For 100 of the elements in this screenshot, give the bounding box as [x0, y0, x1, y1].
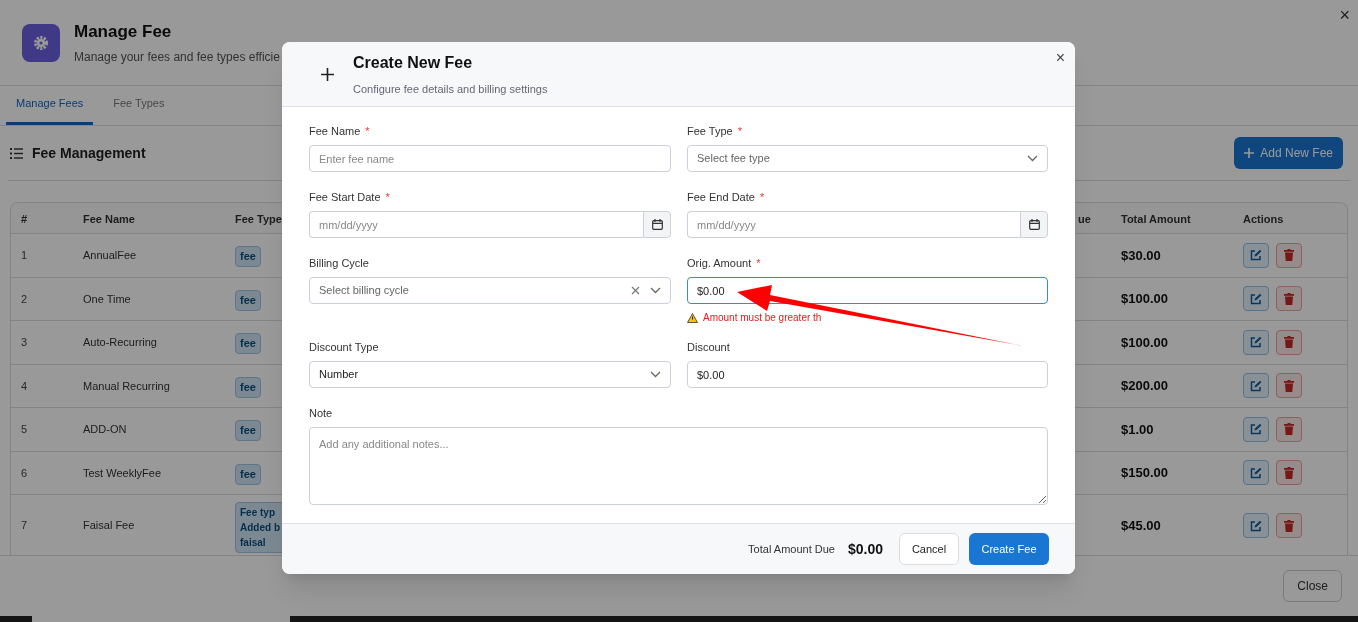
table-cell-text: AnnualFee: [83, 248, 138, 263]
table-cell-text: ADD-ON: [83, 422, 128, 437]
select-field[interactable]: Select billing cycle: [309, 277, 671, 304]
page-title: Manage Fee: [74, 20, 173, 43]
chevron-down-icon: [1027, 155, 1038, 162]
edit-icon: [1250, 292, 1262, 305]
required-asterisk: *: [756, 255, 761, 271]
cancel-button[interactable]: Cancel: [899, 533, 959, 565]
close-button[interactable]: ×: [1055, 50, 1065, 66]
field-label: Fee End Date: [687, 189, 755, 205]
field-label: Fee Name: [309, 123, 361, 139]
calendar-button[interactable]: [643, 211, 671, 238]
create-fee-button[interactable]: Create Fee: [969, 533, 1049, 565]
table-cell-text: $30.00: [1121, 246, 1162, 265]
date-field[interactable]: mm/dd/yyyy: [309, 211, 643, 238]
trash-icon: [1284, 519, 1294, 532]
close-button[interactable]: Close: [1283, 570, 1342, 602]
fee-type-badge: Fee typ Added b faisal: [235, 501, 285, 553]
delete-button[interactable]: [1276, 460, 1302, 486]
required-asterisk: *: [385, 189, 390, 205]
table-cell-text: 7: [20, 518, 29, 534]
table-cell-text: $45.00: [1121, 516, 1162, 535]
required-asterisk: *: [759, 189, 765, 205]
clear-icon[interactable]: [631, 286, 640, 295]
table-cell-text: $150.00: [1121, 464, 1169, 482]
delete-button[interactable]: [1276, 513, 1302, 538]
table-cell-text: $100.00: [1121, 333, 1169, 352]
edit-icon: [1250, 379, 1262, 392]
close-button[interactable]: ×: [1339, 6, 1350, 24]
field-label: Fee Type: [687, 123, 733, 139]
page-subtitle: Manage your fees and fee types efficie: [74, 49, 280, 67]
edit-button[interactable]: [1243, 286, 1269, 312]
plus-icon: [321, 67, 334, 81]
chevron-down-icon: [650, 371, 661, 378]
field-label: Discount: [687, 339, 730, 355]
delete-button[interactable]: [1276, 416, 1302, 442]
delete-button[interactable]: [1276, 329, 1302, 355]
column-header: Actions: [1243, 213, 1284, 225]
edit-button[interactable]: [1243, 329, 1269, 355]
select-field[interactable]: Number: [309, 361, 671, 388]
field-label: Orig. Amount: [687, 255, 752, 271]
total-value: $0.00: [847, 539, 883, 559]
select-field[interactable]: Select fee type: [687, 145, 1048, 172]
edit-button[interactable]: [1243, 416, 1269, 442]
column-header: Fee Type: [235, 213, 282, 225]
table-cell-text: $100.00: [1121, 290, 1169, 308]
add-new-fee-button[interactable]: Add New Fee: [1234, 137, 1343, 169]
field-label: Discount Type: [309, 339, 379, 355]
edit-button[interactable]: [1243, 242, 1269, 268]
edit-icon: [1250, 336, 1262, 349]
table-cell-text: $1.00: [1121, 420, 1155, 439]
fee-type-badge: fee: [235, 289, 261, 311]
table-cell-text: 3: [20, 335, 29, 350]
table-cell-text: One Time: [83, 291, 132, 307]
tab[interactable]: Fee Types: [93, 85, 185, 125]
input-field[interactable]: $0.00: [687, 361, 1048, 388]
delete-button[interactable]: [1276, 373, 1302, 399]
note-field[interactable]: Add any additional notes...: [309, 427, 1048, 505]
delete-button[interactable]: [1276, 286, 1302, 312]
column-header: #: [21, 213, 28, 225]
table-cell-text: 6: [20, 465, 29, 481]
input-field[interactable]: $0.00: [687, 277, 1048, 304]
required-asterisk: *: [365, 123, 370, 139]
total-label: Total Amount Due: [748, 541, 835, 557]
column-header: Fee Name: [83, 213, 135, 225]
edit-icon: [1250, 249, 1262, 262]
table-cell-text: $200.00: [1121, 377, 1169, 395]
edit-button[interactable]: [1243, 513, 1269, 538]
dialog-subtitle: Configure fee details and billing settings: [353, 81, 548, 97]
app-icon: [22, 23, 60, 62]
table-cell-text: 1: [20, 248, 29, 263]
table-cell-text: 4: [20, 378, 29, 394]
column-header: ue: [1078, 213, 1091, 225]
fee-type-badge: fee: [235, 463, 261, 485]
trash-icon: [1284, 466, 1294, 479]
trash-icon: [1284, 379, 1294, 392]
trash-icon: [1284, 292, 1294, 305]
fee-type-badge: fee: [235, 333, 261, 355]
required-asterisk: *: [737, 123, 742, 139]
table-cell-text: 2: [20, 291, 29, 307]
section-title: Fee Management: [32, 143, 146, 163]
delete-button[interactable]: [1276, 242, 1302, 268]
input-field[interactable]: Enter fee name: [309, 145, 671, 172]
table-cell-text: Manual Recurring: [83, 378, 171, 394]
calendar-icon: [1028, 219, 1040, 230]
fee-type-badge: fee: [235, 420, 261, 442]
fee-type-badge: fee: [235, 376, 261, 398]
warning-icon: [687, 312, 698, 323]
table-cell-text: 5: [20, 422, 29, 437]
trash-icon: [1284, 336, 1294, 349]
trash-icon: [1284, 249, 1294, 262]
calendar-button[interactable]: [1020, 211, 1048, 238]
edit-icon: [1250, 466, 1262, 479]
edit-button[interactable]: [1243, 460, 1269, 486]
fee-type-badge: fee: [235, 246, 261, 268]
column-header: Total Amount: [1121, 213, 1191, 225]
tab[interactable]: Manage Fees: [6, 85, 94, 125]
date-field[interactable]: mm/dd/yyyy: [687, 211, 1020, 238]
edit-button[interactable]: [1243, 373, 1269, 399]
trash-icon: [1284, 423, 1294, 436]
